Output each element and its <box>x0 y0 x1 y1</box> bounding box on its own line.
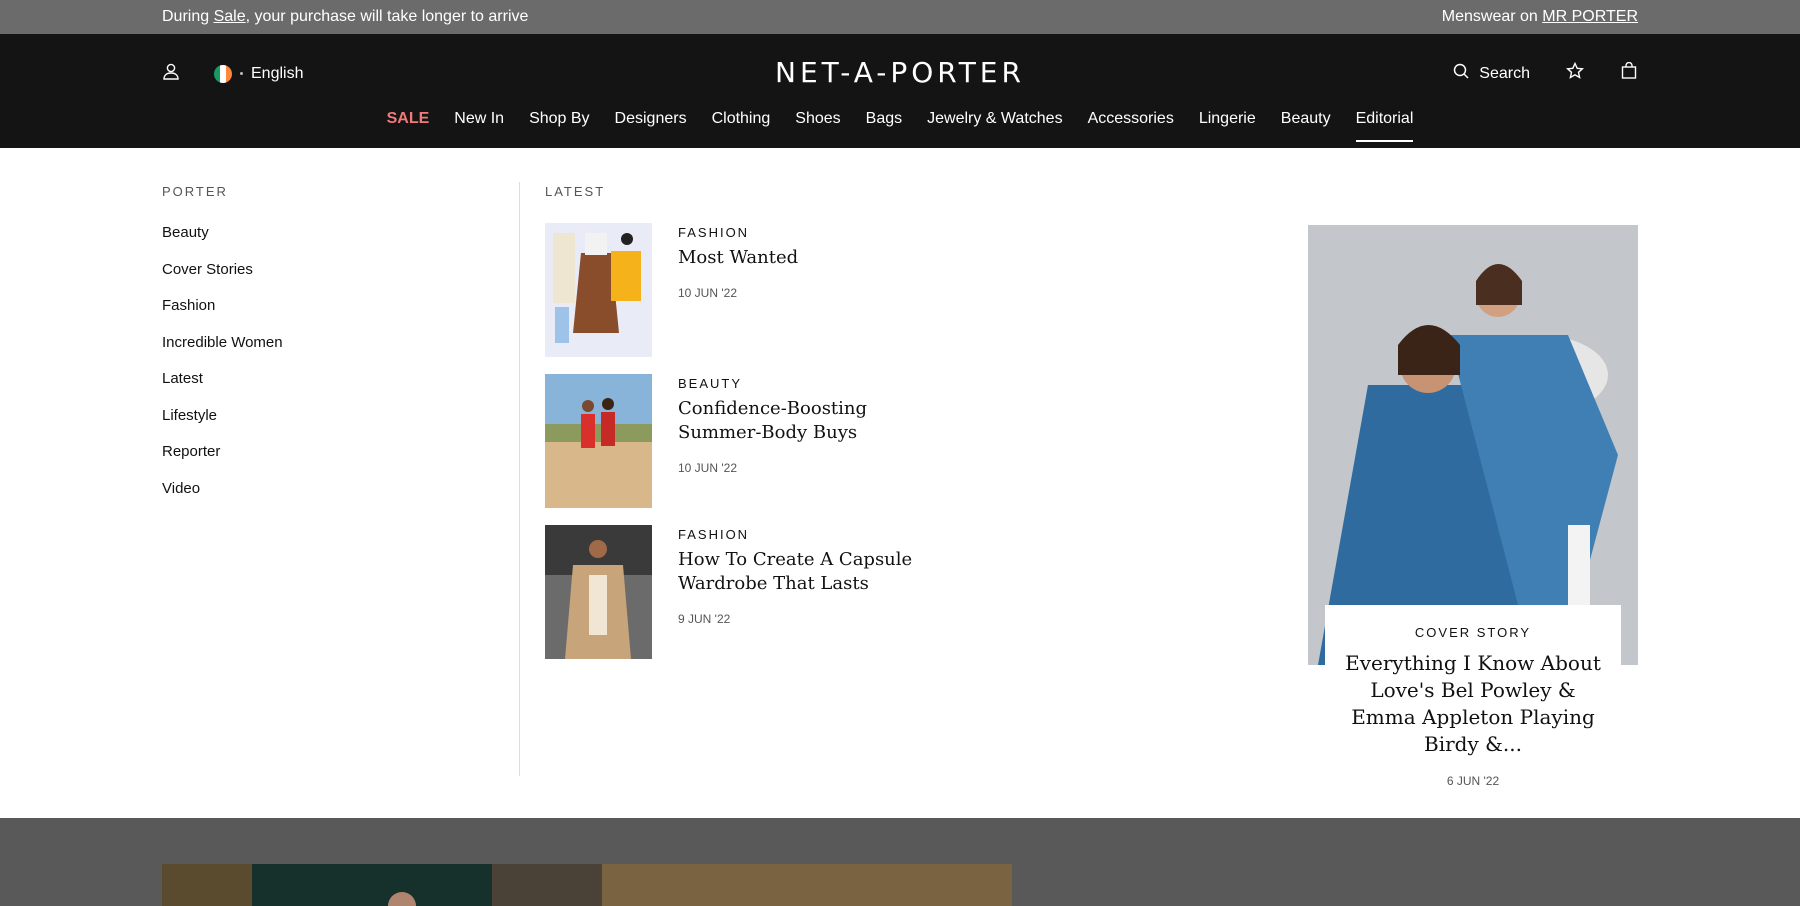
search-button[interactable]: Search <box>1453 63 1530 84</box>
porter-item-beauty[interactable]: Beauty <box>162 215 283 252</box>
article-card[interactable]: FASHION Most Wanted 10 JUN '22 <box>545 223 948 374</box>
porter-column: PORTER Beauty Cover Stories Fashion Incr… <box>162 184 283 507</box>
nav-clothing[interactable]: Clothing <box>712 110 771 142</box>
main-nav: SALE New In Shop By Designers Clothing S… <box>0 110 1800 142</box>
wishlist-star-icon[interactable] <box>1565 61 1585 85</box>
site-header: English NET-A-PORTER Search SALE New In … <box>0 34 1800 148</box>
search-label: Search <box>1479 64 1530 82</box>
article-meta: FASHION Most Wanted 10 JUN '22 <box>678 223 948 374</box>
porter-item-incredible-women[interactable]: Incredible Women <box>162 325 283 362</box>
nav-shop-by[interactable]: Shop By <box>529 110 589 142</box>
featured-card: COVER STORY Everything I Know About Love… <box>1325 605 1621 788</box>
article-title[interactable]: How To Create A Capsule Wardrobe That La… <box>678 548 948 596</box>
nav-sale[interactable]: SALE <box>387 110 430 142</box>
article-meta: FASHION How To Create A Capsule Wardrobe… <box>678 525 948 676</box>
article-card[interactable]: FASHION How To Create A Capsule Wardrobe… <box>545 525 948 676</box>
featured-title[interactable]: Everything I Know About Love's Bel Powle… <box>1339 650 1607 758</box>
nav-beauty[interactable]: Beauty <box>1281 110 1331 142</box>
article-date: 9 JUN '22 <box>678 612 731 626</box>
sale-link[interactable]: Sale <box>214 8 246 25</box>
shopping-bag-icon[interactable] <box>1620 61 1638 85</box>
porter-item-reporter[interactable]: Reporter <box>162 434 283 471</box>
mr-porter-link[interactable]: MR PORTER <box>1542 8 1638 25</box>
latest-heading: LATEST <box>545 184 606 199</box>
column-divider <box>519 182 520 776</box>
porter-item-video[interactable]: Video <box>162 471 283 508</box>
nav-accessories[interactable]: Accessories <box>1088 110 1174 142</box>
featured-category: COVER STORY <box>1414 625 1532 640</box>
promo-message: During Sale, your purchase will take lon… <box>162 8 529 25</box>
nav-bags[interactable]: Bags <box>866 110 902 142</box>
article-date: 10 JUN '22 <box>678 461 737 475</box>
nav-lingerie[interactable]: Lingerie <box>1199 110 1256 142</box>
nav-shoes[interactable]: Shoes <box>795 110 840 142</box>
porter-item-lifestyle[interactable]: Lifestyle <box>162 398 283 435</box>
featured-date: 6 JUN '22 <box>1446 774 1500 788</box>
background-hero-image <box>162 864 1012 906</box>
menswear-message: Menswear on MR PORTER <box>1441 8 1638 25</box>
latest-column: LATEST FASHION Most Wanted 10 JUN '22 BE… <box>545 184 948 676</box>
article-title[interactable]: Confidence-Boosting Summer-Body Buys <box>678 397 948 445</box>
nav-designers[interactable]: Designers <box>615 110 687 142</box>
header-right: Search <box>1453 61 1638 85</box>
porter-item-latest[interactable]: Latest <box>162 361 283 398</box>
porter-item-fashion[interactable]: Fashion <box>162 288 283 325</box>
article-date: 10 JUN '22 <box>678 286 737 300</box>
editorial-mega-menu: PORTER Beauty Cover Stories Fashion Incr… <box>0 148 1800 818</box>
featured-image <box>1308 225 1638 665</box>
nav-new-in[interactable]: New In <box>454 110 504 142</box>
article-category: FASHION <box>678 527 750 542</box>
porter-heading: PORTER <box>162 184 228 199</box>
article-category: FASHION <box>678 225 750 240</box>
article-category: BEAUTY <box>678 376 743 391</box>
article-card[interactable]: BEAUTY Confidence-Boosting Summer-Body B… <box>545 374 948 525</box>
search-icon <box>1453 63 1469 84</box>
article-thumbnail <box>545 525 652 659</box>
article-thumbnail <box>545 223 652 357</box>
article-thumbnail <box>545 374 652 508</box>
featured-cover-story[interactable]: COVER STORY Everything I Know About Love… <box>1308 225 1638 788</box>
article-meta: BEAUTY Confidence-Boosting Summer-Body B… <box>678 374 948 525</box>
nav-editorial[interactable]: Editorial <box>1355 110 1414 142</box>
article-title[interactable]: Most Wanted <box>678 246 948 270</box>
nav-jewelry-watches[interactable]: Jewelry & Watches <box>927 110 1062 142</box>
promo-bar: During Sale, your purchase will take lon… <box>0 0 1800 34</box>
porter-item-cover-stories[interactable]: Cover Stories <box>162 252 283 289</box>
porter-list: Beauty Cover Stories Fashion Incredible … <box>162 215 283 507</box>
